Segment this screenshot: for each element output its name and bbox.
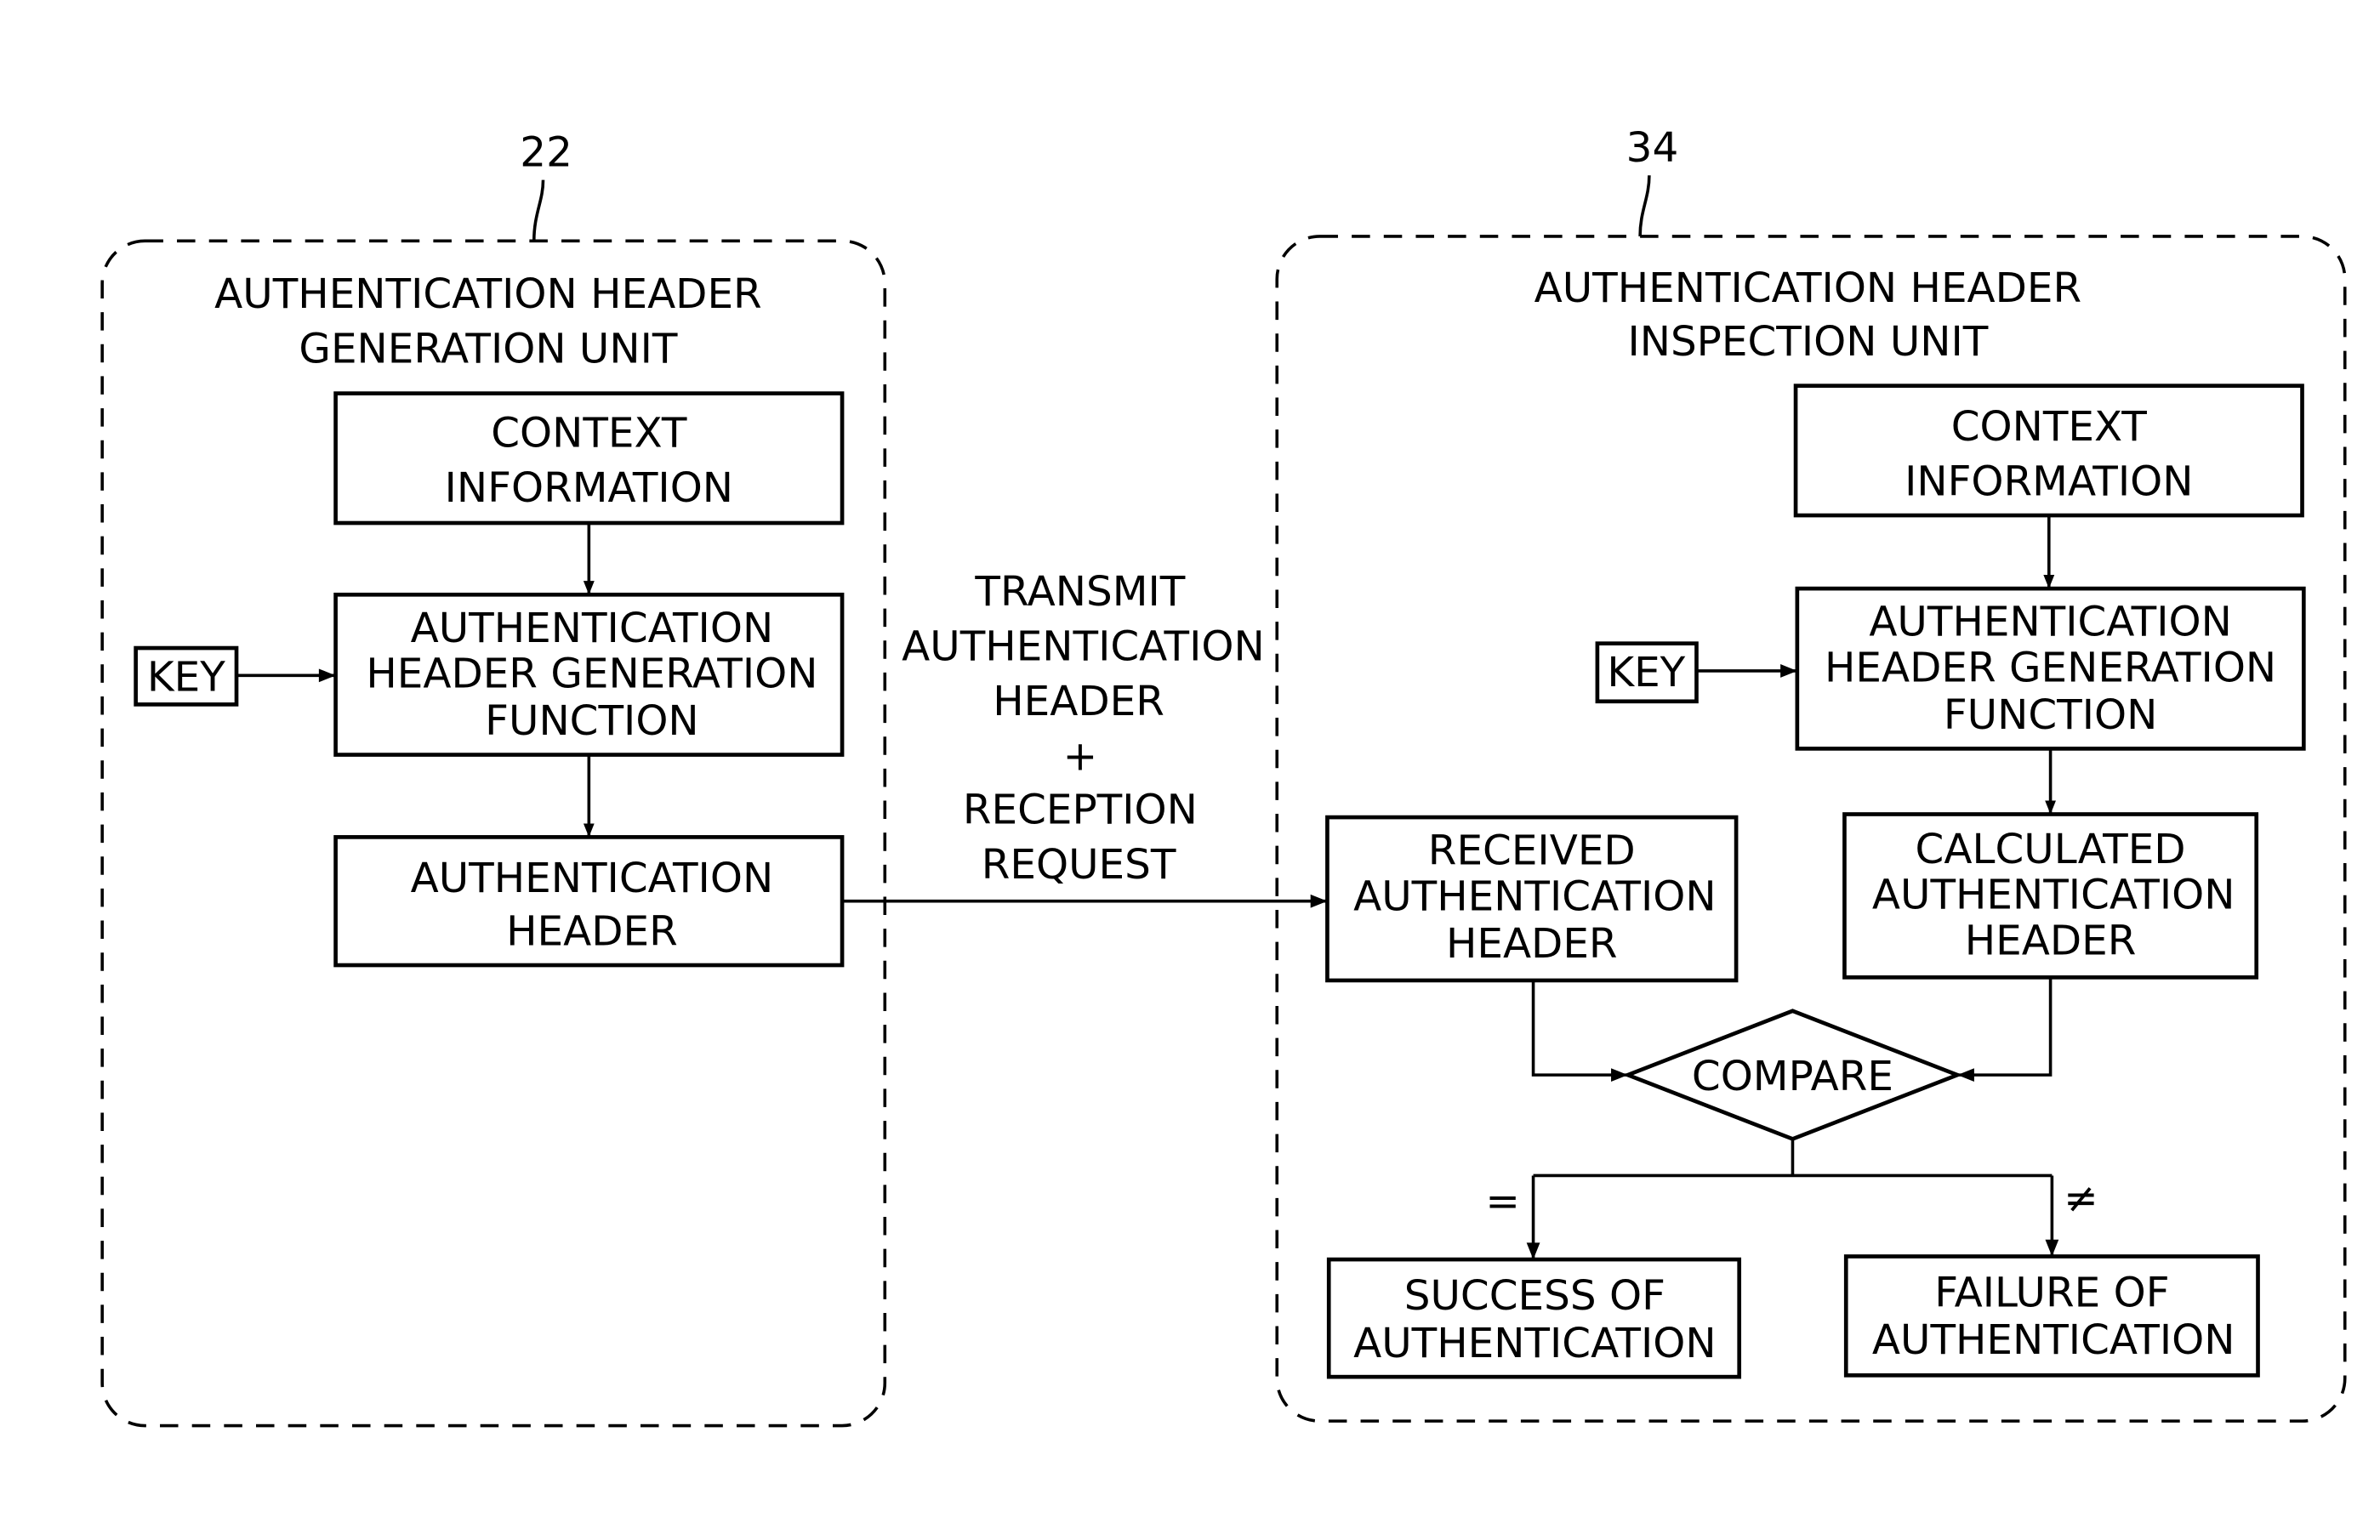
not-equal-symbol: ≠ xyxy=(2064,1174,2098,1222)
calculated-to-compare-arrow xyxy=(1957,977,2053,1083)
inspection-unit-title-line-2: INSPECTION UNIT xyxy=(1627,318,1988,366)
transmission-line-2: AUTHENTICATION xyxy=(902,622,1265,670)
calculated-line-3: HEADER xyxy=(1965,917,2137,964)
transmission-label: TRANSMIT AUTHENTICATION HEADER + RECEPTI… xyxy=(902,568,1265,889)
gen-authentication-header-box: AUTHENTICATION HEADER xyxy=(333,835,845,968)
generation-unit-leader-line xyxy=(532,179,545,242)
insp-key-box: KEY xyxy=(1595,641,1699,704)
generation-unit-title-line-1: AUTHENTICATION HEADER xyxy=(214,270,762,318)
received-line-1: RECEIVED xyxy=(1428,827,1636,875)
calculated-line-2: AUTHENTICATION xyxy=(1872,872,2235,919)
received-line-3: HEADER xyxy=(1446,920,1618,968)
failure-line-2: AUTHENTICATION xyxy=(1872,1316,2235,1364)
insp-header-generation-function-box: AUTHENTICATION HEADER GENERATION FUNCTIO… xyxy=(1795,586,2306,751)
authentication-diagram: 22 AUTHENTICATION HEADER GENERATION UNIT… xyxy=(100,124,2347,1428)
equal-symbol: = xyxy=(1485,1178,1520,1225)
received-line-2: AUTHENTICATION xyxy=(1353,872,1717,920)
calculated-line-1: CALCULATED xyxy=(1916,826,2186,873)
calculated-authentication-header-box: CALCULATED AUTHENTICATION HEADER xyxy=(1842,812,2259,980)
generation-unit-ref-number: 22 xyxy=(520,128,572,176)
failure-of-authentication-box: FAILURE OF AUTHENTICATION xyxy=(1843,1254,2260,1378)
failure-line-1: FAILURE OF xyxy=(1934,1270,2169,1317)
insp-context-line-1: CONTEXT xyxy=(1951,403,2148,451)
gen-context-line-2: INFORMATION xyxy=(445,464,733,512)
insp-function-line-3: FUNCTION xyxy=(1944,691,2157,739)
success-of-authentication-box: SUCCESS OF AUTHENTICATION xyxy=(1326,1257,1742,1379)
inspection-unit-title-line-1: AUTHENTICATION HEADER xyxy=(1534,264,2082,312)
compare-decision: COMPARE xyxy=(1622,1009,1963,1141)
success-line-2: AUTHENTICATION xyxy=(1353,1320,1717,1367)
transmission-line-1: TRANSMIT xyxy=(974,568,1185,616)
gen-key-label: KEY xyxy=(147,653,225,701)
gen-function-line-1: AUTHENTICATION xyxy=(411,605,774,652)
transmission-line-5: RECEPTION xyxy=(963,786,1198,833)
inspection-unit: 34 AUTHENTICATION HEADER INSPECTION UNIT… xyxy=(1275,124,2347,1423)
gen-function-line-2: HEADER GENERATION xyxy=(366,651,817,698)
gen-header-line-1: AUTHENTICATION xyxy=(411,855,774,902)
inspection-unit-ref-number: 34 xyxy=(1626,124,1679,172)
gen-function-line-3: FUNCTION xyxy=(485,697,698,745)
inspection-unit-leader-line xyxy=(1638,175,1651,236)
gen-context-information-box: CONTEXT INFORMATION xyxy=(333,391,845,526)
insp-function-line-2: HEADER GENERATION xyxy=(1825,645,2276,692)
gen-header-generation-function-box: AUTHENTICATION HEADER GENERATION FUNCTIO… xyxy=(333,592,845,757)
transmission-line-3: HEADER xyxy=(993,678,1164,725)
transmission-line-6: REQUEST xyxy=(982,841,1176,889)
received-to-compare-arrow xyxy=(1531,980,1628,1083)
insp-context-line-2: INFORMATION xyxy=(1905,458,2193,506)
success-line-1: SUCCESS OF xyxy=(1404,1272,1665,1320)
gen-context-line-1: CONTEXT xyxy=(491,409,687,457)
generation-unit: 22 AUTHENTICATION HEADER GENERATION UNIT… xyxy=(100,128,887,1428)
insp-key-label: KEY xyxy=(1607,649,1685,696)
insp-context-information-box: CONTEXT INFORMATION xyxy=(1793,384,2304,518)
compare-label: COMPARE xyxy=(1692,1053,1893,1100)
insp-function-line-1: AUTHENTICATION xyxy=(1869,599,2232,646)
transmission-plus: + xyxy=(1063,733,1098,781)
gen-header-line-2: HEADER xyxy=(506,908,678,956)
received-authentication-header-box: RECEIVED AUTHENTICATION HEADER xyxy=(1325,815,1739,983)
gen-key-box: KEY xyxy=(134,645,239,707)
generation-unit-title-line-2: GENERATION UNIT xyxy=(299,326,677,373)
